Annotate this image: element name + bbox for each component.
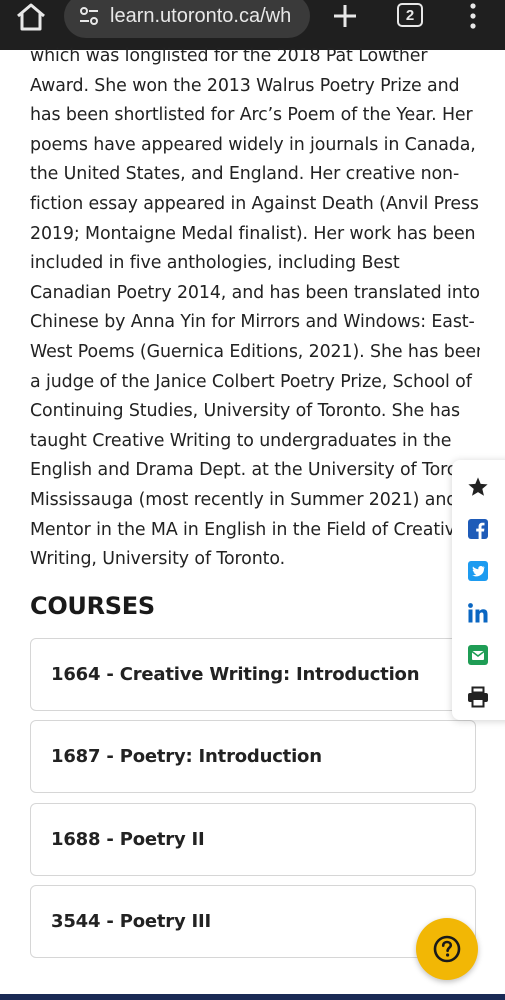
- address-bar[interactable]: learn.utoronto.ca/wh: [64, 0, 310, 38]
- course-title[interactable]: 1664 - Creative Writing: Introduction: [51, 664, 420, 685]
- instructor-bio: which was longlisted for the 2018 Pat Lo…: [30, 42, 480, 575]
- bio-line: which was longlisted for the 2018 Pat Lo…: [30, 46, 428, 66]
- bio-line: Writing, University of Toronto.: [30, 549, 286, 570]
- new-tab-icon[interactable]: [331, 2, 359, 30]
- tab-count: 2: [405, 6, 415, 24]
- bio-line: Canadian Poetry 2014, and has been trans…: [30, 282, 480, 303]
- course-title[interactable]: 3544 - Poetry III: [51, 911, 211, 932]
- bio-line: Mentor in the MA in English in the Field…: [30, 519, 466, 540]
- course-card[interactable]: 3544 - Poetry III: [30, 885, 476, 958]
- bio-line: taught Creative Writing to undergraduate…: [30, 430, 452, 451]
- course-title[interactable]: 1687 - Poetry: Introduction: [51, 746, 322, 767]
- tab-switcher-button[interactable]: 2: [397, 3, 423, 27]
- courses-heading: COURSES: [30, 592, 155, 620]
- print-icon[interactable]: [467, 686, 489, 708]
- bio-line: West Poems (Guernica Editions, 2021). Sh…: [30, 341, 480, 362]
- bio-line: fiction essay appeared in Against Death …: [30, 193, 480, 214]
- bio-line: has been shortlisted for Arc’s Poem of t…: [30, 105, 473, 126]
- course-title[interactable]: 1688 - Poetry II: [51, 829, 205, 850]
- course-card[interactable]: 1688 - Poetry II: [30, 803, 476, 876]
- bio-line: Chinese by Anna Yin for Mirrors and Wind…: [30, 312, 475, 333]
- twitter-icon[interactable]: [467, 560, 489, 582]
- bio-line: English and Drama Dept. at the Universit…: [30, 460, 469, 481]
- footer-edge: [0, 994, 505, 1000]
- bio-line: Award. She won the 2013 Walrus Poetry Pr…: [30, 75, 460, 96]
- site-settings-icon[interactable]: [78, 5, 100, 27]
- facebook-icon[interactable]: [467, 518, 489, 540]
- bio-line: poems have appeared widely in journals i…: [30, 134, 476, 155]
- url-text: learn.utoronto.ca/wh: [110, 4, 292, 27]
- more-menu-icon[interactable]: [467, 2, 479, 30]
- bio-line: 2019; Montaigne Medal finalist). Her wor…: [30, 223, 476, 244]
- bio-line: the United States, and England. Her crea…: [30, 164, 460, 185]
- bio-line: Mississauga (most recently in Summer 202…: [30, 489, 474, 510]
- home-icon[interactable]: [14, 2, 48, 32]
- linkedin-icon[interactable]: [467, 602, 489, 624]
- star-icon[interactable]: [467, 476, 489, 498]
- bio-line: a judge of the Janice Colbert Poetry Pri…: [30, 371, 472, 392]
- course-card[interactable]: 1664 - Creative Writing: Introduction: [30, 638, 476, 711]
- help-icon: [433, 935, 461, 963]
- bio-line: Continuing Studies, University of Toront…: [30, 401, 461, 422]
- course-card[interactable]: 1687 - Poetry: Introduction: [30, 720, 476, 793]
- help-button[interactable]: [416, 918, 478, 980]
- email-icon[interactable]: [467, 644, 489, 666]
- bio-line: included in five anthologies, including …: [30, 253, 400, 274]
- share-sidebar: [452, 460, 505, 720]
